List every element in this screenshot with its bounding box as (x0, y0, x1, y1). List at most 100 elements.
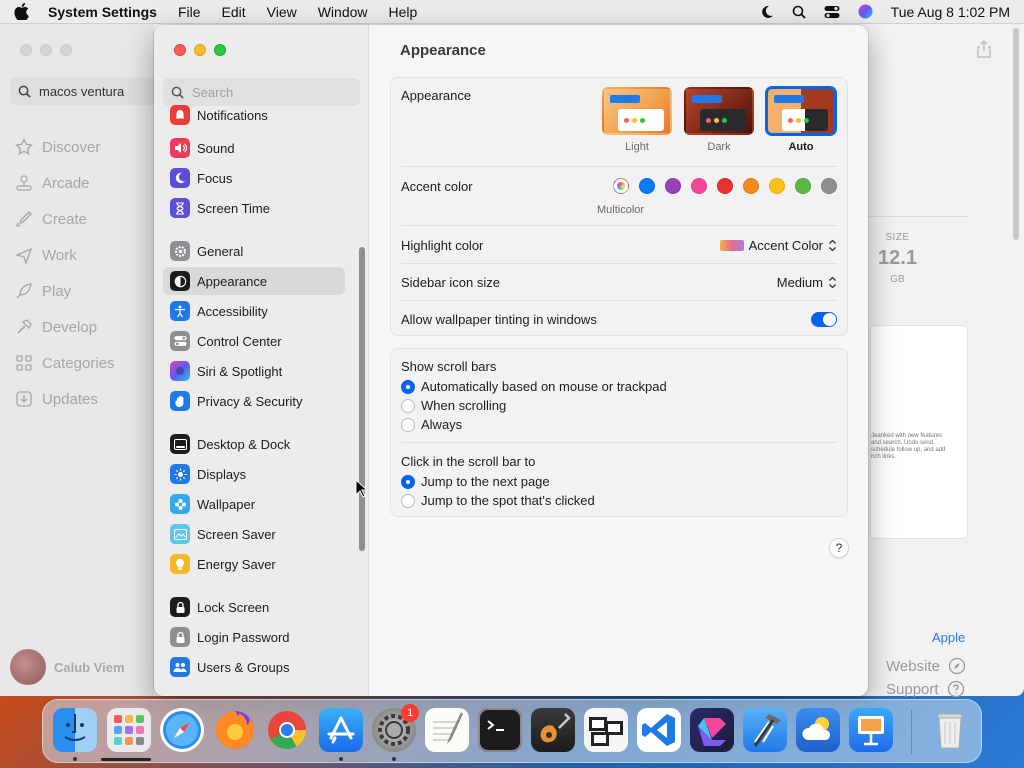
siri-icon[interactable] (858, 4, 873, 19)
joystick-icon (16, 175, 32, 191)
click-scroll-option-spot-clicked[interactable]: Jump to the spot that's clicked (401, 493, 595, 508)
menu-edit[interactable]: Edit (222, 4, 246, 20)
appearance-option-dark[interactable]: Dark (683, 87, 755, 153)
radio-button[interactable] (401, 474, 415, 489)
dock-xcode[interactable] (743, 708, 787, 752)
app-store-search-field[interactable]: macos ventura (10, 77, 160, 105)
wallpaper-tinting-toggle[interactable] (811, 312, 837, 327)
minimize-button[interactable] (194, 44, 206, 56)
sidebar-item-accessibility[interactable]: Accessibility (163, 297, 345, 325)
dock-finder[interactable] (53, 708, 97, 752)
dock-safari[interactable] (160, 708, 204, 752)
nav-arcade[interactable]: Arcade (14, 165, 115, 201)
scroll-bars-option-when-scrolling[interactable]: When scrolling (401, 398, 506, 413)
website-link[interactable]: Website (886, 657, 966, 675)
menu-file[interactable]: File (178, 4, 201, 20)
dock-chrome[interactable] (265, 708, 309, 752)
scroll-bars-option-automatic[interactable]: Automatically based on mouse or trackpad (401, 379, 667, 394)
radio-button[interactable] (401, 398, 415, 413)
dock-keynote[interactable] (849, 708, 893, 752)
dock-garageband[interactable] (531, 708, 575, 752)
dock-preview[interactable] (584, 708, 628, 752)
accent-orange[interactable] (743, 178, 759, 194)
scroll-bars-option-always[interactable]: Always (401, 417, 462, 432)
sidebar-item-appearance[interactable]: Appearance (163, 267, 345, 295)
accent-red[interactable] (717, 178, 733, 194)
sidebar-item-displays[interactable]: Displays (163, 460, 345, 488)
click-scroll-option-next-page[interactable]: Jump to the next page (401, 474, 550, 489)
preview-caption: Jeanked with new features and search. Un… (871, 433, 946, 460)
minimize-button[interactable] (40, 44, 52, 56)
accent-pink[interactable] (691, 178, 707, 194)
sidebar-item-screen-saver[interactable]: Screen Saver (163, 520, 345, 548)
sidebar-icon-size-popup[interactable]: Medium (777, 275, 837, 290)
sidebar-item-energy-saver[interactable]: Energy Saver (163, 550, 345, 578)
zoom-button[interactable] (60, 44, 72, 56)
support-link[interactable]: Support (886, 680, 965, 698)
close-button[interactable] (174, 44, 186, 56)
radio-button[interactable] (401, 379, 415, 394)
focus-moon-icon[interactable] (760, 5, 774, 19)
share-icon[interactable] (976, 40, 992, 61)
dock-app-store[interactable] (319, 708, 363, 752)
help-button[interactable]: ? (829, 538, 849, 558)
accent-blue[interactable] (639, 178, 655, 194)
menu-window[interactable]: Window (318, 4, 368, 20)
zoom-button[interactable] (214, 44, 226, 56)
sidebar-item-focus[interactable]: Focus (163, 164, 345, 192)
dock-trash[interactable] (928, 708, 972, 752)
appearance-option-light[interactable]: Light (601, 87, 673, 153)
sidebar-item-siri-spotlight[interactable]: Siri & Spotlight (163, 357, 345, 385)
accent-yellow[interactable] (769, 178, 785, 194)
accent-graphite[interactable] (821, 178, 837, 194)
sidebar-item-users-groups[interactable]: Users & Groups (163, 653, 345, 681)
accent-purple[interactable] (665, 178, 681, 194)
sidebar-item-general[interactable]: General (163, 237, 345, 265)
nav-categories[interactable]: Categories (14, 345, 115, 381)
menu-view[interactable]: View (267, 4, 297, 20)
app-name-menu[interactable]: System Settings (48, 4, 157, 20)
apple-menu-icon[interactable] (14, 3, 30, 20)
accent-multicolor[interactable] (613, 178, 629, 194)
appearance-option-auto[interactable]: Auto (765, 87, 837, 153)
sidebar-scrollbar[interactable] (359, 247, 365, 551)
sidebar-item-notifications[interactable]: Notifications (163, 105, 345, 125)
menu-help[interactable]: Help (389, 4, 418, 20)
sidebar-item-screen-time[interactable]: Screen Time (163, 194, 345, 222)
dock-textedit[interactable] (425, 708, 469, 752)
spotlight-search-icon[interactable] (792, 5, 806, 19)
dock-launchpad[interactable] (107, 708, 151, 752)
app-store-account[interactable]: Calub Viem (10, 649, 125, 685)
accent-green[interactable] (795, 178, 811, 194)
screenshot-preview[interactable]: Jeanked with new features and search. Un… (870, 325, 968, 539)
sidebar-item-desktop-dock[interactable]: Desktop & Dock (163, 430, 345, 458)
highlight-color-popup[interactable]: Accent Color (719, 238, 837, 253)
dock-firefox[interactable] (213, 708, 257, 752)
dock-terminal[interactable] (478, 708, 522, 752)
settings-search-input[interactable]: Search (163, 78, 360, 106)
sidebar-item-control-center[interactable]: Control Center (163, 327, 345, 355)
menubar-clock[interactable]: Tue Aug 8 1:02 PM (891, 4, 1010, 20)
developer-link[interactable]: Apple (932, 630, 965, 645)
radio-button[interactable] (401, 493, 415, 508)
close-button[interactable] (20, 44, 32, 56)
sidebar-item-lock-screen[interactable]: Lock Screen (163, 593, 345, 621)
dock-shortcuts[interactable] (690, 708, 734, 752)
nav-discover[interactable]: Discover (14, 129, 115, 165)
sidebar-item-privacy-security[interactable]: Privacy & Security (163, 387, 345, 415)
sidebar-item-sound[interactable]: Sound (163, 134, 345, 162)
nav-create[interactable]: Create (14, 201, 115, 237)
radio-button[interactable] (401, 417, 415, 432)
nav-play[interactable]: Play (14, 273, 115, 309)
control-center-icon[interactable] (824, 5, 840, 19)
nav-develop[interactable]: Develop (14, 309, 115, 345)
nav-work[interactable]: Work (14, 237, 115, 273)
dock-weather[interactable] (796, 708, 840, 752)
sidebar-item-wallpaper[interactable]: Wallpaper (163, 490, 345, 518)
sidebar-item-login-password[interactable]: Login Password (163, 623, 345, 651)
question-circle-icon (947, 680, 964, 698)
compass-icon (948, 657, 966, 675)
nav-updates[interactable]: Updates (14, 381, 115, 417)
app-store-scrollbar[interactable] (1013, 28, 1019, 240)
dock-vscode[interactable] (637, 708, 681, 752)
